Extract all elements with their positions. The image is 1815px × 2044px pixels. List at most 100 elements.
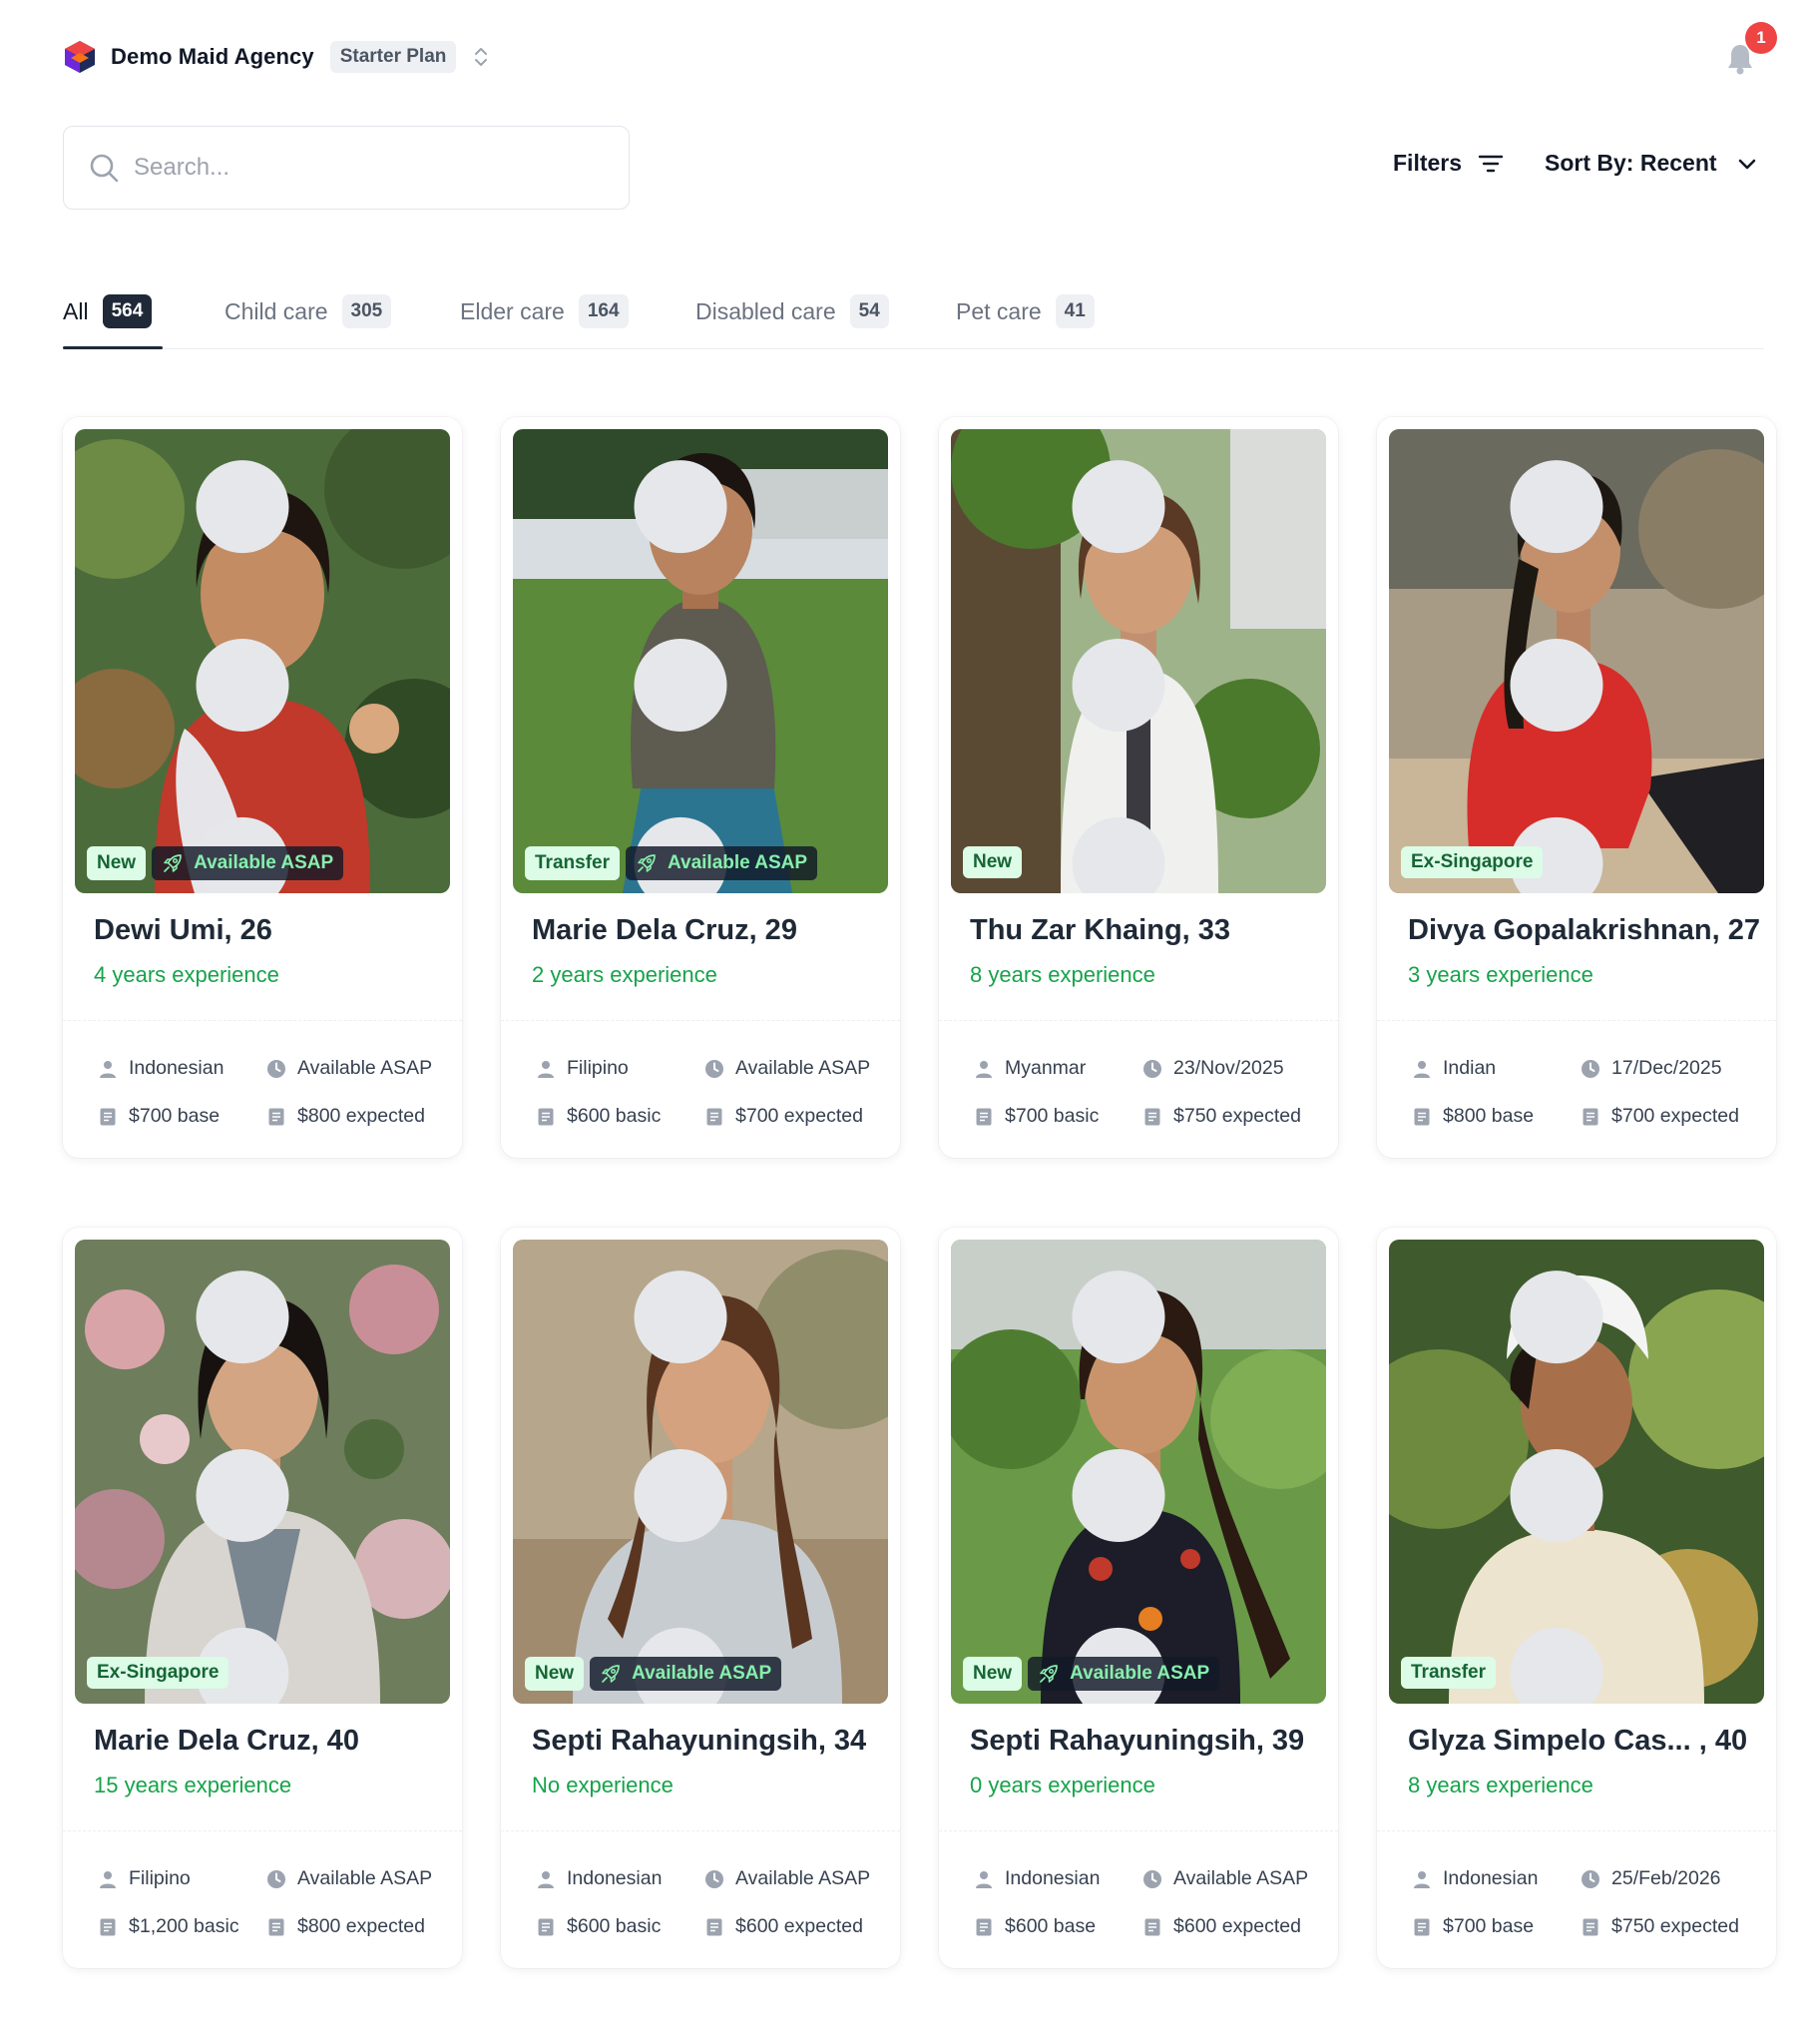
tab-elder-care[interactable]: Elder care 164 (460, 291, 629, 331)
kebab-menu-icon[interactable] (75, 453, 430, 893)
tab-label: Disabled care (695, 297, 836, 324)
available-badge-label: Available ASAP (667, 852, 808, 874)
nationality-value: Filipino (567, 1057, 629, 1079)
tab-label: All (63, 297, 89, 324)
person-icon (536, 1059, 556, 1079)
salary: $700 base (1412, 1915, 1534, 1938)
candidate-card[interactable]: Ex-Singapore Divya Gopalakrishnan, 27 3 … (1377, 417, 1776, 1158)
candidate-name[interactable]: Septi Rahayuningsih, 39 (970, 1725, 1304, 1758)
nationality: Myanmar (974, 1057, 1086, 1080)
notification-count-badge: 1 (1745, 22, 1777, 54)
receipt-icon (974, 1107, 994, 1127)
divider (939, 1830, 1338, 1831)
salary: $600 base (974, 1915, 1096, 1938)
badge-row: Ex-Singapore (1401, 846, 1544, 878)
filters-button[interactable]: Filters (1393, 150, 1504, 177)
availability-value: Available ASAP (297, 1057, 433, 1079)
candidate-name[interactable]: Thu Zar Khaing, 33 (970, 914, 1230, 947)
candidate-name[interactable]: Marie Dela Cruz, 40 (94, 1725, 359, 1758)
available-badge: Available ASAP (590, 1657, 782, 1691)
tab-pet-care[interactable]: Pet care 41 (956, 291, 1095, 331)
status-badge: Transfer (525, 846, 620, 880)
rocket-icon (1038, 1663, 1060, 1685)
candidate-name[interactable]: Septi Rahayuningsih, 34 (532, 1725, 866, 1758)
candidate-experience: 4 years experience (94, 962, 279, 987)
chevron-up-down-icon[interactable] (472, 44, 490, 70)
search-input[interactable] (134, 154, 573, 182)
status-badge: Ex-Singapore (87, 1657, 229, 1689)
expected-salary: $600 expected (704, 1915, 863, 1938)
person-icon (98, 1869, 118, 1889)
expected-salary-value: $600 expected (735, 1915, 863, 1937)
availability: 17/Dec/2025 (1581, 1057, 1722, 1080)
nationality: Indonesian (1412, 1867, 1538, 1890)
candidate-card[interactable]: New Thu Zar Khaing, 33 8 years experienc… (939, 417, 1338, 1158)
kebab-menu-icon[interactable] (75, 1264, 430, 1704)
salary-value: $1,200 basic (129, 1915, 239, 1937)
availability-value: Available ASAP (735, 1867, 871, 1889)
availability: Available ASAP (704, 1057, 870, 1080)
category-tabs: All 564 Child care 305 Elder care 164 Di… (63, 291, 1764, 349)
nationality-value: Indonesian (1005, 1867, 1101, 1889)
nationality-value: Filipino (129, 1867, 191, 1889)
expected-salary-value: $600 expected (1173, 1915, 1301, 1937)
kebab-menu-icon[interactable] (951, 1264, 1306, 1704)
candidate-card[interactable]: New Available ASAP Dewi Umi, 26 4 years … (63, 417, 462, 1158)
receipt-icon (1581, 1107, 1600, 1127)
tab-disabled-care[interactable]: Disabled care 54 (695, 291, 889, 331)
tab-count-badge: 41 (1055, 294, 1095, 328)
nationality-value: Indonesian (1443, 1867, 1539, 1889)
notifications-button[interactable]: 1 (1721, 22, 1777, 82)
candidate-card[interactable]: New Available ASAP Septi Rahayuningsih, … (501, 1228, 900, 1968)
candidate-card[interactable]: Transfer Available ASAP Marie Dela Cruz,… (501, 417, 900, 1158)
tab-all[interactable]: All 564 (63, 291, 153, 331)
expected-salary-value: $800 expected (297, 1915, 425, 1937)
status-badge: New (525, 1657, 585, 1691)
candidate-name[interactable]: Divya Gopalakrishnan, 27 (1408, 914, 1760, 947)
candidate-experience: 15 years experience (94, 1773, 292, 1797)
nationality-value: Indonesian (567, 1867, 663, 1889)
receipt-icon (704, 1107, 724, 1127)
tab-count-badge: 54 (849, 294, 889, 328)
kebab-menu-icon[interactable] (513, 453, 868, 893)
expected-salary: $800 expected (266, 1915, 425, 1938)
candidate-photo: New Available ASAP (513, 1240, 888, 1704)
candidate-name[interactable]: Dewi Umi, 26 (94, 914, 272, 947)
available-badge-label: Available ASAP (632, 1663, 772, 1685)
agency-switcher[interactable]: Demo Maid Agency Starter Plan (63, 36, 490, 78)
candidate-name[interactable]: Glyza Simpelo Cas... , 40 (1408, 1725, 1747, 1758)
availability: Available ASAP (1142, 1867, 1308, 1890)
badge-row: Ex-Singapore (87, 1657, 229, 1689)
plan-badge: Starter Plan (329, 41, 457, 73)
sort-dropdown[interactable]: Sort By: Recent (1545, 150, 1759, 177)
salary-value: $600 basic (567, 1105, 662, 1127)
tab-child-care[interactable]: Child care 305 (225, 291, 392, 331)
kebab-menu-icon[interactable] (513, 1264, 868, 1704)
nationality: Filipino (98, 1867, 191, 1890)
kebab-menu-icon[interactable] (951, 453, 1306, 893)
candidate-photo: Ex-Singapore (75, 1240, 450, 1704)
kebab-menu-icon[interactable] (1389, 453, 1744, 893)
kebab-menu-icon[interactable] (1389, 1264, 1744, 1704)
candidate-photo: New (951, 429, 1326, 893)
divider (1377, 1830, 1776, 1831)
rocket-icon (636, 852, 658, 874)
receipt-icon (1142, 1917, 1162, 1937)
candidate-card[interactable]: New Available ASAP Septi Rahayuningsih, … (939, 1228, 1338, 1968)
candidate-name[interactable]: Marie Dela Cruz, 29 (532, 914, 797, 947)
search-icon (90, 154, 119, 183)
clock-icon (266, 1869, 286, 1889)
candidate-card[interactable]: Ex-Singapore Marie Dela Cruz, 40 15 year… (63, 1228, 462, 1968)
receipt-icon (266, 1917, 286, 1937)
search-box[interactable] (63, 126, 630, 210)
expected-salary-value: $700 expected (735, 1105, 863, 1127)
receipt-icon (536, 1107, 556, 1127)
salary-value: $800 base (1443, 1105, 1535, 1127)
salary-value: $700 base (129, 1105, 221, 1127)
candidate-photo: Ex-Singapore (1389, 429, 1764, 893)
tab-count-badge: 305 (341, 294, 392, 328)
candidate-experience: 8 years experience (1408, 1773, 1593, 1797)
expected-salary: $800 expected (266, 1105, 425, 1128)
candidate-card[interactable]: Transfer Glyza Simpelo Cas... , 40 8 yea… (1377, 1228, 1776, 1968)
person-icon (974, 1869, 994, 1889)
